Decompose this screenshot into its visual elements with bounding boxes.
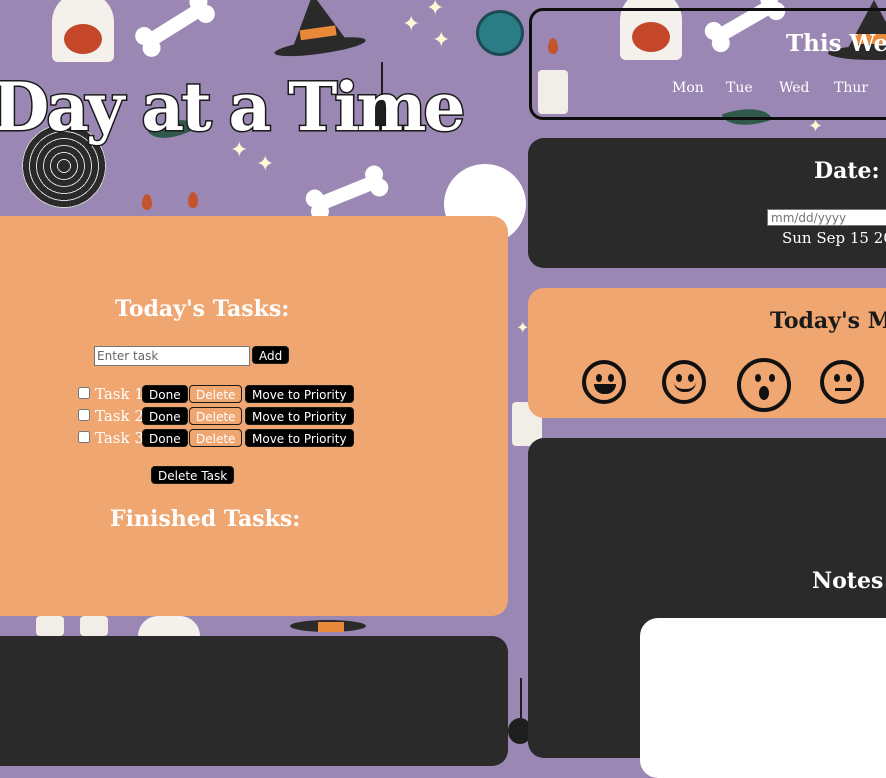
day-thur[interactable]: Thur [834,80,868,96]
done-button[interactable]: Done [142,385,188,403]
task-input[interactable] [94,346,250,366]
delete-button[interactable]: Delete [189,407,243,425]
flame-icon [188,192,198,208]
current-date: Sun Sep 15 20 [782,229,886,247]
sparkle-icon: ✦ [402,12,421,37]
notes-title: Notes [812,568,884,594]
delete-task-button[interactable]: Delete Task [151,466,235,484]
done-button[interactable]: Done [142,429,188,447]
sparkle-icon: ✦ [256,152,275,177]
finished-tasks-title: Finished Tasks: [110,506,301,532]
task-label: Task 3 [95,429,144,447]
witch-hat-icon [290,616,370,636]
day-tue[interactable]: Tue [726,80,753,96]
witch-hat-icon [273,0,367,61]
page-title: Day at a Time [0,67,467,148]
add-task-button[interactable]: Add [252,346,290,364]
delete-button[interactable]: Delete [189,429,243,447]
task-label: Task 2 [95,407,144,425]
task-label: Task 1 [95,385,144,403]
spider-thread [520,678,522,718]
date-input[interactable] [767,209,886,226]
task-checkbox[interactable] [78,409,90,421]
happy-face-icon[interactable] [582,360,626,404]
move-to-priority-button[interactable]: Move to Priority [245,407,354,425]
date-title: Date: [814,158,880,184]
bone-icon [141,0,209,50]
notes-textarea[interactable] [640,618,886,778]
bone-icon [311,173,383,213]
day-mon[interactable]: Mon [672,80,704,96]
task-checkbox[interactable] [78,387,90,399]
tasks-title: Today's Tasks: [115,296,290,322]
candle-icon [80,616,108,636]
sparkle-icon: ✦ [426,0,445,21]
task-checkbox[interactable] [78,431,90,443]
surprised-face-icon[interactable] [737,358,791,412]
move-to-priority-button[interactable]: Move to Priority [245,429,354,447]
day-wed[interactable]: Wed [779,80,810,96]
ghost-icon [52,0,114,62]
ornament-icon [476,10,524,56]
delete-button[interactable]: Delete [189,385,243,403]
ghost-icon [138,616,200,636]
week-title: This Wee [786,30,886,57]
move-to-priority-button[interactable]: Move to Priority [245,385,354,403]
smiling-face-icon[interactable] [662,360,706,404]
candle-icon [36,616,64,636]
done-button[interactable]: Done [142,407,188,425]
week-panel [529,8,886,120]
bottom-panel [0,636,508,766]
flame-icon [142,194,152,210]
neutral-face-icon[interactable] [820,360,864,404]
mood-title: Today's Mo [770,308,886,334]
sparkle-icon: ✦ [432,28,451,53]
